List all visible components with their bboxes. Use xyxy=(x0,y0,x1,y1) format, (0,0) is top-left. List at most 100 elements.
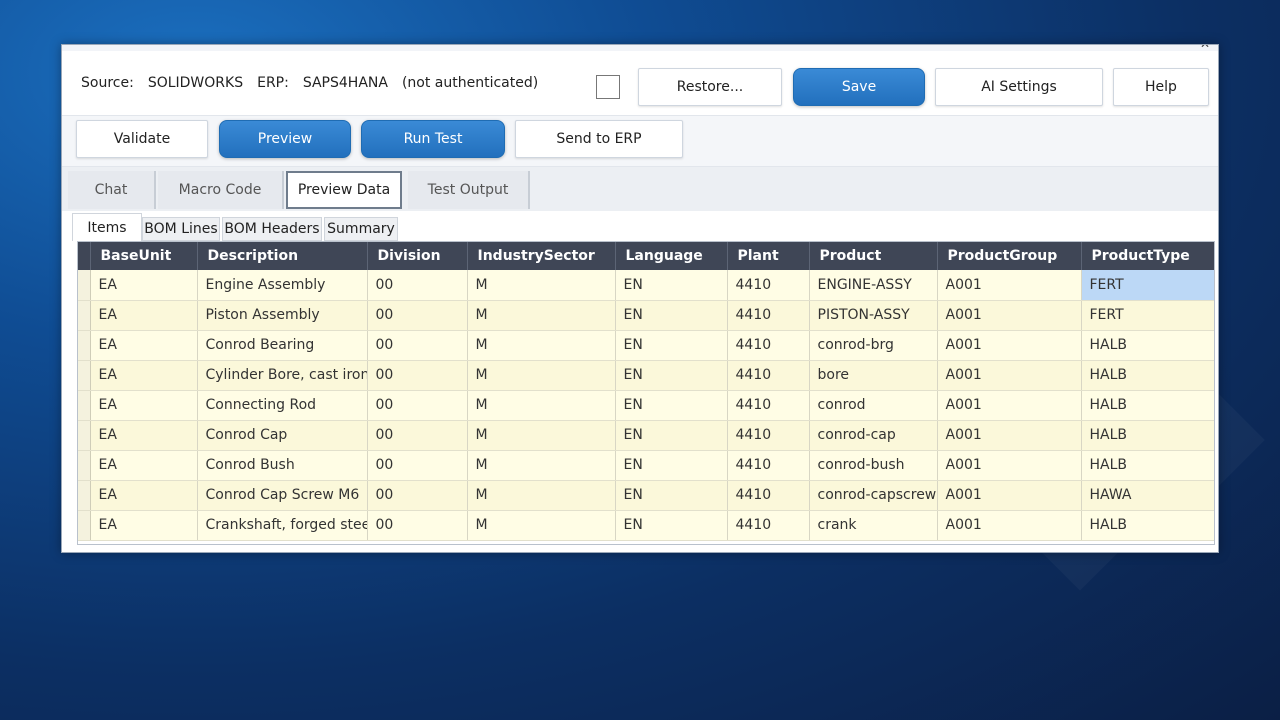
grid-cell[interactable]: EA xyxy=(90,420,198,451)
grid-cell[interactable]: FERT xyxy=(1081,300,1214,331)
grid-cell[interactable]: conrod-cap xyxy=(809,420,938,451)
grid-cell[interactable]: 00 xyxy=(367,420,468,451)
column-header[interactable]: Language xyxy=(615,242,728,270)
option-checkbox[interactable] xyxy=(596,75,620,99)
items-grid[interactable]: BaseUnit Description Division IndustrySe… xyxy=(77,241,1215,545)
grid-cell[interactable]: EA xyxy=(90,510,198,541)
subtab-bom-lines[interactable]: BOM Lines xyxy=(142,217,220,241)
table-row[interactable]: EA Crankshaft, forged steel 00 M EN 4410 crank… xyxy=(78,510,1214,541)
grid-cell[interactable]: A001 xyxy=(937,390,1082,421)
column-header[interactable]: Division xyxy=(367,242,468,270)
row-header[interactable] xyxy=(78,390,91,421)
grid-cell[interactable]: EA xyxy=(90,390,198,421)
grid-cell[interactable]: M xyxy=(467,270,616,301)
table-row[interactable]: EA Conrod Bearing 00 M EN 4410 conrod-brg A001 H… xyxy=(78,330,1214,361)
grid-cell[interactable]: 00 xyxy=(367,480,468,511)
grid-cell[interactable]: EA xyxy=(90,450,198,481)
grid-cell[interactable]: ENGINE-ASSY xyxy=(809,270,938,301)
row-header[interactable] xyxy=(78,480,91,511)
column-header[interactable]: ProductType xyxy=(1081,242,1214,270)
row-header[interactable] xyxy=(78,510,91,541)
grid-cell[interactable]: EN xyxy=(615,270,728,301)
grid-cell[interactable]: A001 xyxy=(937,480,1082,511)
grid-cell[interactable]: A001 xyxy=(937,420,1082,451)
grid-cell[interactable]: M xyxy=(467,390,616,421)
grid-cell[interactable]: EN xyxy=(615,300,728,331)
grid-cell[interactable]: FERT xyxy=(1081,270,1214,301)
grid-cell[interactable]: M xyxy=(467,330,616,361)
row-header[interactable] xyxy=(78,420,91,451)
grid-cell[interactable]: Crankshaft, forged steel xyxy=(197,510,368,541)
grid-cell[interactable]: EN xyxy=(615,450,728,481)
grid-cell[interactable]: 4410 xyxy=(727,330,810,361)
grid-cell[interactable]: EN xyxy=(615,480,728,511)
preview-button[interactable]: Preview xyxy=(219,120,351,158)
grid-cell[interactable]: HALB xyxy=(1081,390,1214,421)
grid-cell[interactable]: M xyxy=(467,510,616,541)
grid-cell[interactable]: 4410 xyxy=(727,390,810,421)
grid-cell[interactable]: conrod xyxy=(809,390,938,421)
row-header[interactable] xyxy=(78,330,91,361)
grid-cell[interactable]: 4410 xyxy=(727,300,810,331)
grid-cell[interactable]: 00 xyxy=(367,300,468,331)
table-row[interactable]: EA Conrod Cap Screw M6 00 M EN 4410 conrod-cap… xyxy=(78,480,1214,511)
grid-cell[interactable]: M xyxy=(467,300,616,331)
grid-cell[interactable]: HAWA xyxy=(1081,480,1214,511)
title-bar[interactable]: — ✕ xyxy=(62,45,1218,51)
subtab-items[interactable]: Items xyxy=(72,213,142,241)
grid-cell[interactable]: PISTON-ASSY xyxy=(809,300,938,331)
column-header[interactable]: BaseUnit xyxy=(90,242,198,270)
grid-cell[interactable]: A001 xyxy=(937,360,1082,391)
table-row[interactable]: EA Cylinder Bore, cast iron 00 M EN 4410 bore A… xyxy=(78,360,1214,391)
column-header[interactable]: Description xyxy=(197,242,368,270)
column-header[interactable]: Plant xyxy=(727,242,810,270)
grid-cell[interactable]: bore xyxy=(809,360,938,391)
grid-cell[interactable]: 00 xyxy=(367,360,468,391)
tab-chat[interactable]: Chat xyxy=(68,171,156,209)
grid-cell[interactable]: Conrod Bearing xyxy=(197,330,368,361)
row-header[interactable] xyxy=(78,360,91,391)
grid-cell[interactable]: 00 xyxy=(367,390,468,421)
save-button[interactable]: Save xyxy=(793,68,925,106)
tab-preview-data[interactable]: Preview Data xyxy=(286,171,402,209)
grid-cell[interactable]: M xyxy=(467,420,616,451)
grid-cell[interactable]: EA xyxy=(90,300,198,331)
grid-cell[interactable]: 4410 xyxy=(727,510,810,541)
grid-cell[interactable]: EN xyxy=(615,510,728,541)
ai-settings-button[interactable]: AI Settings xyxy=(935,68,1103,106)
grid-cell[interactable]: A001 xyxy=(937,510,1082,541)
row-header[interactable] xyxy=(78,450,91,481)
grid-cell[interactable]: EA xyxy=(90,330,198,361)
grid-cell[interactable]: Conrod Cap xyxy=(197,420,368,451)
grid-cell[interactable]: 4410 xyxy=(727,480,810,511)
grid-cell[interactable]: Cylinder Bore, cast iron xyxy=(197,360,368,391)
subtab-bom-headers[interactable]: BOM Headers xyxy=(222,217,322,241)
grid-cell[interactable]: M xyxy=(467,360,616,391)
grid-cell[interactable]: crank xyxy=(809,510,938,541)
grid-cell[interactable]: 00 xyxy=(367,270,468,301)
grid-cell[interactable]: EN xyxy=(615,420,728,451)
grid-cell[interactable]: EA xyxy=(90,270,198,301)
column-header[interactable]: Product xyxy=(809,242,938,270)
grid-cell[interactable]: M xyxy=(467,450,616,481)
grid-cell[interactable]: Engine Assembly xyxy=(197,270,368,301)
grid-cell[interactable]: A001 xyxy=(937,330,1082,361)
row-header[interactable] xyxy=(78,300,91,331)
tab-test-output[interactable]: Test Output xyxy=(408,171,530,209)
grid-cell[interactable]: HALB xyxy=(1081,360,1214,391)
column-header[interactable]: IndustrySector xyxy=(467,242,616,270)
minimize-icon[interactable]: — xyxy=(1172,45,1184,51)
grid-cell[interactable]: 00 xyxy=(367,450,468,481)
table-row[interactable]: EA Engine Assembly 00 M EN 4410 ENGINE-ASSY A00… xyxy=(78,270,1214,301)
table-row[interactable]: EA Conrod Bush 00 M EN 4410 conrod-bush A001 HAL… xyxy=(78,450,1214,481)
grid-cell[interactable]: EA xyxy=(90,360,198,391)
row-header[interactable] xyxy=(78,270,91,301)
grid-cell[interactable]: HALB xyxy=(1081,510,1214,541)
grid-cell[interactable]: HALB xyxy=(1081,450,1214,481)
restore-button[interactable]: Restore... xyxy=(638,68,782,106)
help-button[interactable]: Help xyxy=(1113,68,1209,106)
grid-cell[interactable]: A001 xyxy=(937,450,1082,481)
send-to-erp-button[interactable]: Send to ERP xyxy=(515,120,683,158)
grid-cell[interactable]: 4410 xyxy=(727,270,810,301)
grid-cell[interactable]: conrod-capscrew xyxy=(809,480,938,511)
